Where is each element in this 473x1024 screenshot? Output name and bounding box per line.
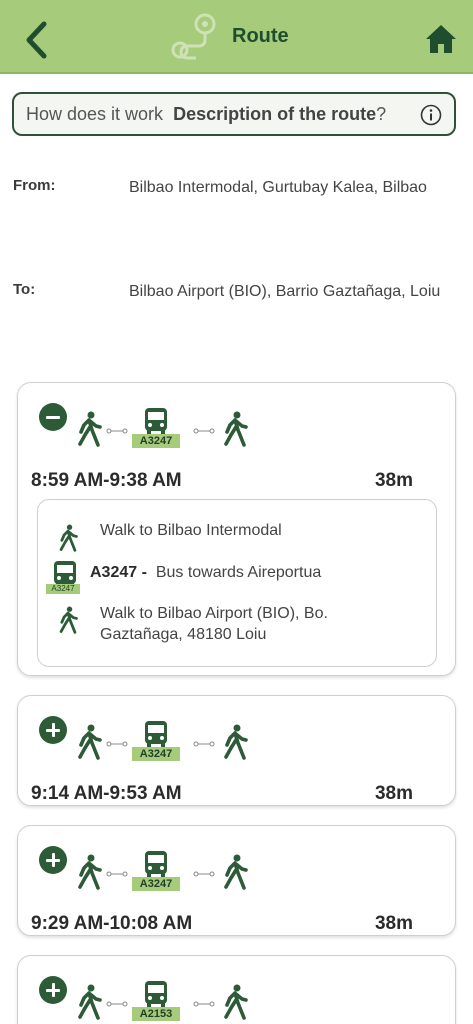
to-value: Bilbao Airport (BIO), Barrio Gaztañaga, … xyxy=(129,283,441,300)
bus-line-badge: A3247 xyxy=(132,877,180,891)
time-range: 8:59 AM-9:38 AM xyxy=(31,470,182,491)
duration: 38m xyxy=(374,913,413,934)
walk-icon xyxy=(224,724,248,760)
bus-line-badge: A3247 xyxy=(46,584,80,594)
step-walk-destination: Walk to Bilbao Airport (BIO), Bo. Gaztaña… xyxy=(100,605,328,643)
collapse-icon[interactable] xyxy=(39,403,67,431)
walk-icon xyxy=(224,411,248,447)
expand-icon[interactable] xyxy=(39,716,67,744)
walk-icon xyxy=(224,984,248,1020)
step-bus: A3247 - Bus towards Aireportua xyxy=(90,564,322,581)
walk-icon xyxy=(59,606,78,634)
connector-icon xyxy=(106,428,128,434)
to-label: To: xyxy=(13,281,36,298)
expand-icon[interactable] xyxy=(39,976,67,1004)
bus-icon xyxy=(145,981,167,1007)
bus-icon xyxy=(145,851,167,877)
info-bar-text: How does it work Description of the rout… xyxy=(26,104,387,124)
duration: 38m xyxy=(374,783,413,804)
bus-line-badge: A3247 xyxy=(132,747,180,761)
connector-icon xyxy=(106,1001,128,1007)
walk-icon xyxy=(224,854,248,890)
route-detail-panel: Walk to Bilbao Intermodal A3247 A3247 - … xyxy=(37,499,437,667)
info-icon[interactable] xyxy=(420,104,442,126)
connector-icon xyxy=(193,428,215,434)
time-range: 9:14 AM-9:53 AM xyxy=(31,783,182,804)
connector-icon xyxy=(193,741,215,747)
walk-icon xyxy=(78,984,102,1020)
from-value: Bilbao Intermodal, Gurtubay Kalea, Bilba… xyxy=(129,179,427,196)
route-logo-icon xyxy=(171,13,216,60)
time-range: 9:29 AM-10:08 AM xyxy=(31,913,193,934)
walk-icon xyxy=(59,524,78,552)
connector-icon xyxy=(193,871,215,877)
connector-icon xyxy=(106,741,128,747)
app-header: Route xyxy=(0,0,473,74)
bus-line-badge: A2153 xyxy=(132,1007,180,1021)
bus-icon xyxy=(145,408,167,434)
route-option-card[interactable]: A2153 xyxy=(17,955,456,1024)
route-option-card[interactable]: A3247 8:59 AM-9:38 AM 38m Walk to Bilbao… xyxy=(17,382,456,676)
step-walk-origin: Walk to Bilbao Intermodal xyxy=(100,522,282,539)
walk-icon xyxy=(78,411,102,447)
from-label: From: xyxy=(13,177,56,194)
route-description-bar[interactable]: How does it work Description of the rout… xyxy=(12,92,456,136)
connector-icon xyxy=(193,1001,215,1007)
route-option-card[interactable]: A3247 9:14 AM-9:53 AM 38m xyxy=(17,695,456,806)
home-icon[interactable] xyxy=(424,22,458,56)
route-option-card[interactable]: A3247 9:29 AM-10:08 AM 38m xyxy=(17,825,456,936)
page-title: Route xyxy=(232,25,289,47)
walk-icon xyxy=(78,854,102,890)
back-arrow-icon[interactable] xyxy=(20,18,56,62)
bus-icon xyxy=(145,721,167,747)
duration: 38m xyxy=(374,470,413,491)
expand-icon[interactable] xyxy=(39,846,67,874)
connector-icon xyxy=(106,871,128,877)
bus-line-badge: A3247 xyxy=(132,434,180,448)
walk-icon xyxy=(78,724,102,760)
